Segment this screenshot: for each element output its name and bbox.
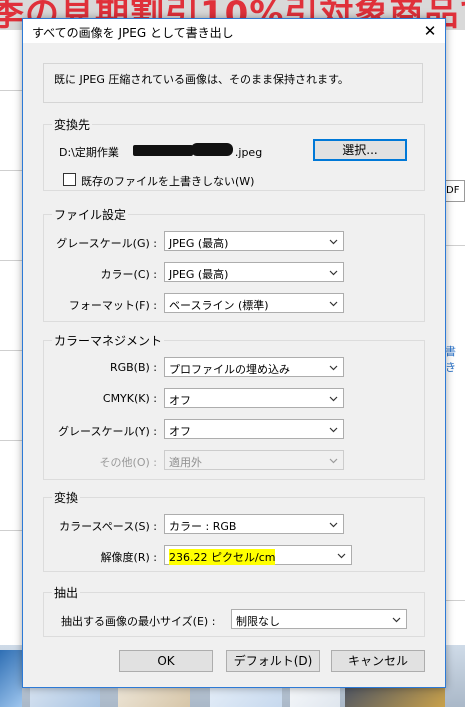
other-select: 適用外 (164, 450, 344, 470)
cmyk-value: オフ (169, 394, 191, 407)
format-value: ベースライン (標準) (169, 299, 269, 312)
chevron-down-icon (329, 365, 338, 371)
min-size-label: 抽出する画像の最小サイズ(E) : (61, 615, 216, 628)
chevron-down-icon (329, 427, 338, 433)
close-icon[interactable]: ✕ (415, 19, 445, 43)
background-right-panel (443, 30, 465, 645)
browse-button[interactable]: 選択... (313, 139, 407, 161)
chevron-down-icon (337, 553, 346, 559)
default-button[interactable]: デフォルト(D) (226, 650, 320, 672)
chevron-down-icon (329, 270, 338, 276)
chevron-down-icon (392, 617, 401, 623)
thumbnail-image (0, 650, 22, 707)
min-size-select[interactable]: 制限なし (231, 609, 407, 629)
group-title: カラーマネジメント (52, 332, 165, 349)
path-prefix: D:\定期作業 (59, 146, 119, 159)
other-value: 適用外 (169, 456, 202, 469)
color-space-value: カラー : RGB (169, 520, 237, 533)
resolution-value: 236.22 ピクセル/cm (169, 549, 276, 565)
dialog-titlebar: すべての画像を JPEG として書き出し ✕ (23, 19, 445, 43)
background-divider (443, 600, 465, 601)
format-label: フォーマット(F) : (68, 299, 157, 312)
dialog-title: すべての画像を JPEG として書き出し (32, 26, 234, 40)
color-space-select[interactable]: カラー : RGB (164, 514, 344, 534)
group-title: ファイル設定 (52, 206, 129, 223)
background-divider (443, 245, 465, 246)
rgb-label: RGB(B) : (109, 361, 157, 374)
cmyk-select[interactable]: オフ (164, 388, 344, 408)
redaction-mark (133, 145, 193, 156)
color-label: カラー(C) : (100, 268, 157, 281)
ok-button[interactable]: OK (119, 650, 213, 672)
rgb-select[interactable]: プロファイルの埋め込み (164, 357, 344, 377)
grayscale-label: グレースケール(G) : (56, 237, 157, 250)
grayscale-value: JPEG (最高) (169, 237, 229, 250)
cm-grayscale-select[interactable]: オフ (164, 419, 344, 439)
color-value: JPEG (最高) (169, 268, 229, 281)
format-select[interactable]: ベースライン (標準) (164, 293, 344, 313)
info-box: 既に JPEG 圧縮されている画像は、そのまま保持されます。 (43, 63, 423, 103)
background-field: DF (443, 180, 465, 202)
color-space-label: カラースペース(S) : (59, 520, 157, 533)
chevron-down-icon (329, 396, 338, 402)
cm-grayscale-label: グレースケール(Y) : (58, 425, 157, 438)
redaction-mark (191, 143, 233, 156)
chevron-down-icon (329, 301, 338, 307)
chevron-down-icon (329, 522, 338, 528)
path-suffix: .jpeg (234, 146, 263, 159)
group-title: 抽出 (52, 584, 81, 601)
resolution-label: 解像度(R) : (100, 551, 157, 564)
export-jpeg-dialog: すべての画像を JPEG として書き出し ✕ 既に JPEG 圧縮されている画像… (22, 18, 446, 688)
cmyk-label: CMYK(K) : (102, 392, 157, 405)
info-text: 既に JPEG 圧縮されている画像は、そのまま保持されます。 (54, 73, 349, 86)
min-size-value: 制限なし (236, 615, 280, 628)
overwrite-label: 既存のファイルを上書きしない(W) (81, 175, 255, 188)
other-label: その他(O) : (99, 456, 157, 469)
overwrite-checkbox[interactable] (63, 173, 76, 186)
grayscale-select[interactable]: JPEG (最高) (164, 231, 344, 251)
color-select[interactable]: JPEG (最高) (164, 262, 344, 282)
resolution-select[interactable]: 236.22 ピクセル/cm (164, 545, 352, 565)
cm-grayscale-value: オフ (169, 425, 191, 438)
chevron-down-icon (329, 239, 338, 245)
cancel-button[interactable]: キャンセル (331, 650, 425, 672)
rgb-value: プロファイルの埋め込み (169, 363, 290, 376)
chevron-down-icon (329, 458, 338, 464)
group-title: 変換先 (52, 116, 93, 133)
group-title: 変換 (52, 489, 81, 506)
background-link: 書き (445, 345, 456, 374)
